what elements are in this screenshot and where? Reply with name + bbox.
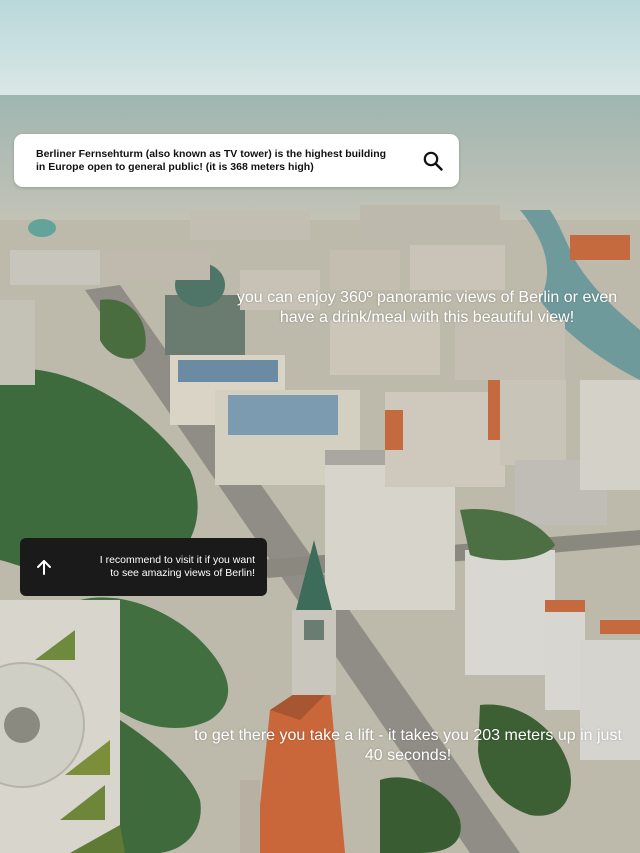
search-bar[interactable]: Berliner Fernsehturm (also known as TV t… [14,134,459,187]
caption-panoramic-views: you can enjoy 360º panoramic views of Be… [236,289,618,326]
recommendation-text: I recommend to visit it if you want to s… [99,554,255,579]
caption-lift-info: to get there you take a lift - it takes … [194,727,622,764]
recommendation-card[interactable]: I recommend to visit it if you want to s… [20,538,267,596]
search-icon[interactable] [421,149,445,173]
search-bar-text: Berliner Fernsehturm (also known as TV t… [36,147,387,173]
arrow-up-icon [37,560,51,575]
